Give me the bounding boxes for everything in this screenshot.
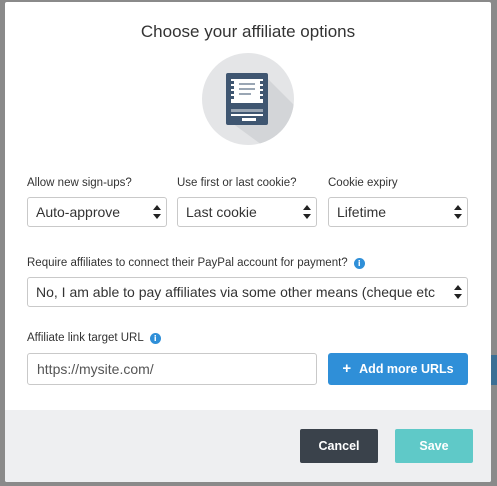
select-arrows-icon [303,205,311,219]
cancel-button[interactable]: Cancel [300,429,378,463]
signups-select-value: Auto-approve [36,204,121,220]
atm-machine-icon [202,53,294,145]
info-icon[interactable]: i [353,258,365,269]
paypal-select[interactable]: No, I am able to pay affiliates via some… [27,277,468,307]
add-more-urls-button[interactable]: + Add more URLs [328,353,468,385]
paypal-label-row: Require affiliates to connect their PayP… [27,257,365,269]
link-url-label-row: Affiliate link target URL i [27,332,161,344]
select-arrows-icon [153,205,161,219]
add-more-urls-label: Add more URLs [359,362,454,376]
save-button[interactable]: Save [395,429,473,463]
cookie-choice-label: Use first or last cookie? [177,177,297,189]
cookie-expiry-select[interactable]: Lifetime [328,197,468,227]
select-arrows-icon [454,205,462,219]
paypal-label: Require affiliates to connect their PayP… [27,257,348,269]
paypal-select-value: No, I am able to pay affiliates via some… [36,284,435,300]
cookie-expiry-label: Cookie expiry [328,177,398,189]
cookie-expiry-select-value: Lifetime [337,204,387,220]
signups-label: Allow new sign-ups? [27,177,132,189]
affiliate-options-modal: Choose your affiliate options Allow new … [5,2,491,482]
link-url-input[interactable] [27,353,317,385]
signups-select[interactable]: Auto-approve [27,197,167,227]
cookie-choice-select[interactable]: Last cookie [177,197,317,227]
plus-icon: + [342,360,352,377]
cookie-choice-select-value: Last cookie [186,204,257,220]
select-arrows-icon [454,285,462,299]
link-url-label: Affiliate link target URL [27,332,144,344]
modal-footer: Cancel Save [5,410,491,482]
modal-title: Choose your affiliate options [140,22,356,41]
info-icon[interactable]: i [149,333,161,344]
